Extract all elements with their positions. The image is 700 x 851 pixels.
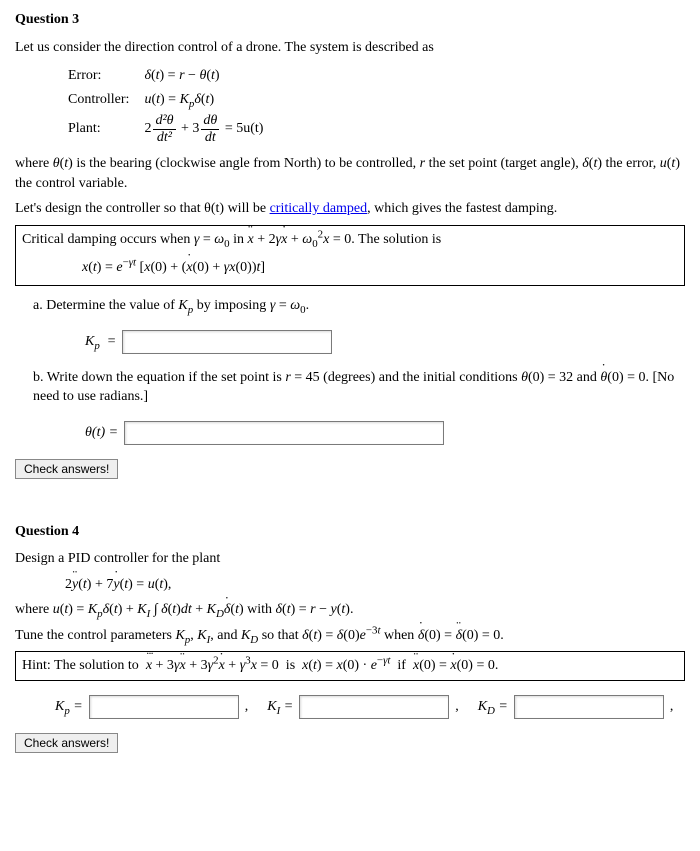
plant-label: Plant: xyxy=(67,112,141,146)
plant-frac1-num: d²θ xyxy=(153,113,175,129)
plant-plus: + 3 xyxy=(178,121,200,136)
design-pre: Let's design the controller so that θ(t)… xyxy=(15,201,270,216)
plant-frac1-den: dt² xyxy=(153,130,175,145)
q3-heading: Question 3 xyxy=(15,10,685,30)
q3-design: Let's design the controller so that θ(t)… xyxy=(15,199,685,219)
q3-where: where θ(t) is the bearing (clockwise ang… xyxy=(15,154,685,193)
q4-heading: Question 4 xyxy=(15,522,685,542)
kp-answer-row: Kp = xyxy=(85,330,685,354)
q4-kp-input[interactable] xyxy=(89,695,239,719)
plant-coef1: 2 xyxy=(144,121,151,136)
error-label: Error: xyxy=(67,65,141,87)
theta-answer-row: θ(t) = xyxy=(85,421,685,445)
crit-line: Critical damping occurs when γ = ω0 in x… xyxy=(22,230,678,250)
controller-eq: u(t) = Kpδ(t) xyxy=(143,89,264,111)
comma3: , xyxy=(670,697,674,717)
comma2: , xyxy=(455,697,459,717)
kd-label-q4: KD = xyxy=(478,697,508,717)
q4-intro: Design a PID controller for the plant xyxy=(15,549,685,569)
kp-input[interactable] xyxy=(122,330,332,354)
q4-answers-row: Kp = , KI = , KD = , xyxy=(55,695,685,719)
plant-frac2-num: dθ xyxy=(201,113,219,129)
q4-tune: Tune the control parameters Kp, KI, and … xyxy=(15,626,685,646)
design-post: , which gives the fastest damping. xyxy=(367,201,557,216)
theta-label: θ(t) = xyxy=(85,423,118,443)
crit-sol: x(t) = e−γt [x(0) + (x(0) + γx(0))t] xyxy=(82,258,678,278)
plant-eq: 2d²θdt² + 3dθdt = 5u(t) xyxy=(143,112,264,146)
plant-frac2-den: dt xyxy=(201,130,219,145)
ki-label-q4: KI = xyxy=(267,697,293,717)
critically-damped-link[interactable]: critically damped xyxy=(270,201,368,216)
q4-where: where u(t) = Kpδ(t) + KI ∫ δ(t)dt + KDδ(… xyxy=(15,600,685,620)
q3-critical-box: Critical damping occurs when γ = ω0 in x… xyxy=(15,225,685,286)
q3-system-defs: Error: δ(t) = r − θ(t) Controller: u(t) … xyxy=(65,63,266,148)
q4-hint-box: Hint: The solution to x + 3γx + 3γ2x + γ… xyxy=(15,651,685,681)
plant-rhs: = 5u(t) xyxy=(221,121,263,136)
q4-check-button[interactable] xyxy=(15,733,118,753)
theta-input[interactable] xyxy=(124,421,444,445)
error-eq: δ(t) = r − θ(t) xyxy=(143,65,264,87)
q4-plant-eq: 2y(t) + 7y(t) = u(t), xyxy=(65,575,685,595)
q3-part-a: a. Determine the value of Kp by imposing… xyxy=(33,296,685,316)
comma1: , xyxy=(245,697,249,717)
q3-part-b: b. Write down the equation if the set po… xyxy=(33,368,685,407)
q3-check-button[interactable] xyxy=(15,459,118,479)
controller-label: Controller: xyxy=(67,89,141,111)
q3-intro: Let us consider the direction control of… xyxy=(15,38,685,58)
q4-kd-input[interactable] xyxy=(514,695,664,719)
kp-label-q4: Kp = xyxy=(55,697,83,717)
kp-label: Kp = xyxy=(85,332,116,352)
q4-ki-input[interactable] xyxy=(299,695,449,719)
